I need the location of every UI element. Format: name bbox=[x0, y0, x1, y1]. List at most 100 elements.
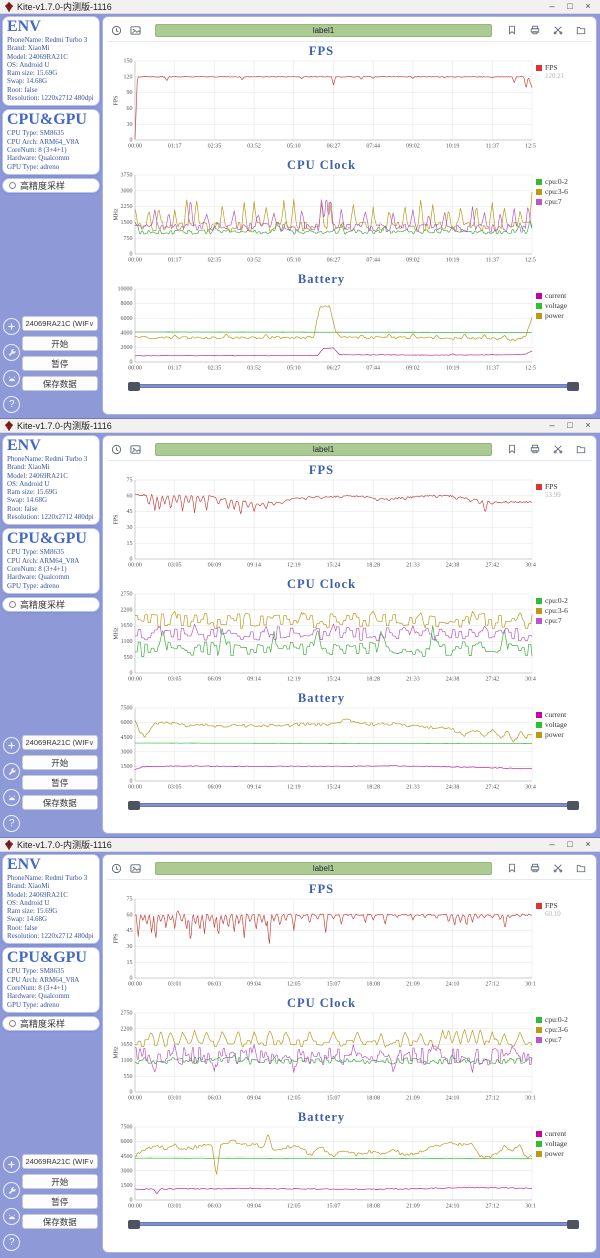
label-banner[interactable]: label1 bbox=[155, 24, 492, 37]
battery-chart-canvas bbox=[107, 1124, 536, 1214]
slider-handle-right[interactable] bbox=[567, 1220, 579, 1229]
help-icon[interactable]: ? bbox=[3, 396, 20, 413]
print-icon[interactable] bbox=[527, 442, 542, 456]
capture-icon[interactable] bbox=[109, 23, 124, 37]
legend-swatch-icon bbox=[536, 303, 542, 309]
slider-handle-left[interactable] bbox=[128, 801, 140, 810]
bookmark-icon[interactable] bbox=[504, 861, 519, 875]
chevron-down-icon: ∨ bbox=[89, 739, 94, 747]
pause-button[interactable]: 暂停 bbox=[22, 1194, 98, 1209]
wrench-icon[interactable] bbox=[3, 763, 20, 780]
legend-label: power bbox=[545, 1149, 564, 1158]
image-icon[interactable] bbox=[128, 861, 143, 875]
scissors-icon[interactable] bbox=[550, 442, 565, 456]
save-data-button[interactable]: 保存数据 bbox=[22, 1214, 98, 1229]
close-button[interactable]: × bbox=[580, 0, 596, 13]
slider-handle-left[interactable] bbox=[128, 1220, 140, 1229]
chart-toolbar: label1 bbox=[107, 19, 592, 42]
legend-item: voltage bbox=[536, 720, 592, 729]
close-button[interactable]: × bbox=[580, 838, 596, 851]
cpu-clock-chart: CPU Clock cpu:0-2cpu:3-6cpu:7 bbox=[107, 158, 592, 268]
radio-icon[interactable] bbox=[9, 182, 16, 189]
slider-track[interactable] bbox=[131, 1222, 576, 1226]
print-icon[interactable] bbox=[527, 23, 542, 37]
bookmark-icon[interactable] bbox=[504, 442, 519, 456]
scissors-icon[interactable] bbox=[550, 861, 565, 875]
start-button[interactable]: 开始 bbox=[22, 1174, 98, 1189]
folder-icon[interactable] bbox=[573, 861, 588, 875]
android-icon[interactable] bbox=[3, 789, 20, 806]
capture-icon[interactable] bbox=[109, 861, 124, 875]
start-button[interactable]: 开始 bbox=[22, 336, 98, 351]
start-button[interactable]: 开始 bbox=[22, 755, 98, 770]
wrench-icon[interactable] bbox=[3, 344, 20, 361]
env-card: ENV PhoneName: Redmi Turbo 3Brand: XiaoM… bbox=[2, 16, 100, 106]
legend-swatch-icon bbox=[536, 1017, 542, 1023]
maximize-button[interactable]: □ bbox=[562, 838, 578, 851]
slider-handle-right[interactable] bbox=[567, 382, 579, 391]
device-select-value: 24069RA21C (WIF bbox=[26, 738, 89, 747]
time-range-slider[interactable] bbox=[131, 1218, 576, 1230]
scissors-icon[interactable] bbox=[550, 23, 565, 37]
spec-line: PhoneName: Redmi Turbo 3 bbox=[7, 36, 95, 44]
folder-icon[interactable] bbox=[573, 442, 588, 456]
maximize-button[interactable]: □ bbox=[562, 419, 578, 432]
minimize-button[interactable]: – bbox=[544, 0, 560, 13]
image-icon[interactable] bbox=[128, 23, 143, 37]
capture-icon[interactable] bbox=[109, 442, 124, 456]
radio-icon[interactable] bbox=[9, 601, 16, 608]
spec-line: Hardware: Qualcomm bbox=[7, 154, 95, 162]
sampling-label: 高精度采样 bbox=[20, 598, 65, 611]
high-precision-sampling-toggle[interactable]: 高精度采样 bbox=[2, 1016, 100, 1031]
legend-label: cpu:0-2 bbox=[545, 177, 568, 186]
save-data-button[interactable]: 保存数据 bbox=[22, 376, 98, 391]
add-icon[interactable] bbox=[3, 318, 20, 335]
help-icon[interactable]: ? bbox=[3, 815, 20, 832]
add-icon[interactable] bbox=[3, 737, 20, 754]
help-icon[interactable]: ? bbox=[3, 1234, 20, 1251]
slider-track[interactable] bbox=[131, 803, 576, 807]
env-card: ENV PhoneName: Redmi Turbo 3Brand: XiaoM… bbox=[2, 435, 100, 525]
legend-swatch-icon bbox=[536, 199, 542, 205]
android-icon[interactable] bbox=[3, 370, 20, 387]
bookmark-icon[interactable] bbox=[504, 23, 519, 37]
device-select[interactable]: 24069RA21C (WIF ∨ bbox=[22, 1154, 98, 1169]
spec-line: Root: false bbox=[7, 924, 95, 932]
env-card: ENV PhoneName: Redmi Turbo 3Brand: XiaoM… bbox=[2, 854, 100, 944]
print-icon[interactable] bbox=[527, 861, 542, 875]
slider-handle-left[interactable] bbox=[128, 382, 140, 391]
time-range-slider[interactable] bbox=[131, 799, 576, 811]
minimize-button[interactable]: – bbox=[544, 838, 560, 851]
time-range-slider[interactable] bbox=[131, 380, 576, 392]
legend-item: cpu:7 bbox=[536, 1035, 592, 1044]
battery-chart-title: Battery bbox=[107, 691, 536, 705]
spec-line: CPU Type: SM8635 bbox=[7, 548, 95, 556]
save-data-button[interactable]: 保存数据 bbox=[22, 795, 98, 810]
pause-button[interactable]: 暂停 bbox=[22, 775, 98, 790]
battery-chart-title: Battery bbox=[107, 1110, 536, 1124]
cpu-clock-chart-title: CPU Clock bbox=[107, 577, 536, 591]
legend-swatch-icon bbox=[536, 598, 542, 604]
device-select[interactable]: 24069RA21C (WIF ∨ bbox=[22, 316, 98, 331]
label-banner[interactable]: label1 bbox=[155, 443, 492, 456]
image-icon[interactable] bbox=[128, 442, 143, 456]
pause-button[interactable]: 暂停 bbox=[22, 356, 98, 371]
maximize-button[interactable]: □ bbox=[562, 0, 578, 13]
cpu-clock-legend: cpu:0-2cpu:3-6cpu:7 bbox=[536, 591, 592, 687]
close-button[interactable]: × bbox=[580, 419, 596, 432]
battery-chart: Battery currentvoltagepower bbox=[107, 691, 592, 795]
folder-icon[interactable] bbox=[573, 23, 588, 37]
android-icon[interactable] bbox=[3, 1208, 20, 1225]
slider-track[interactable] bbox=[131, 384, 576, 388]
add-icon[interactable] bbox=[3, 1156, 20, 1173]
high-precision-sampling-toggle[interactable]: 高精度采样 bbox=[2, 597, 100, 612]
device-select[interactable]: 24069RA21C (WIF ∨ bbox=[22, 735, 98, 750]
high-precision-sampling-toggle[interactable]: 高精度采样 bbox=[2, 178, 100, 193]
cpu-clock-legend: cpu:0-2cpu:3-6cpu:7 bbox=[536, 1010, 592, 1106]
label-banner[interactable]: label1 bbox=[155, 862, 492, 875]
minimize-button[interactable]: – bbox=[544, 419, 560, 432]
slider-handle-right[interactable] bbox=[567, 801, 579, 810]
wrench-icon[interactable] bbox=[3, 1182, 20, 1199]
spec-line: CPU Type: SM8635 bbox=[7, 967, 95, 975]
radio-icon[interactable] bbox=[9, 1020, 16, 1027]
